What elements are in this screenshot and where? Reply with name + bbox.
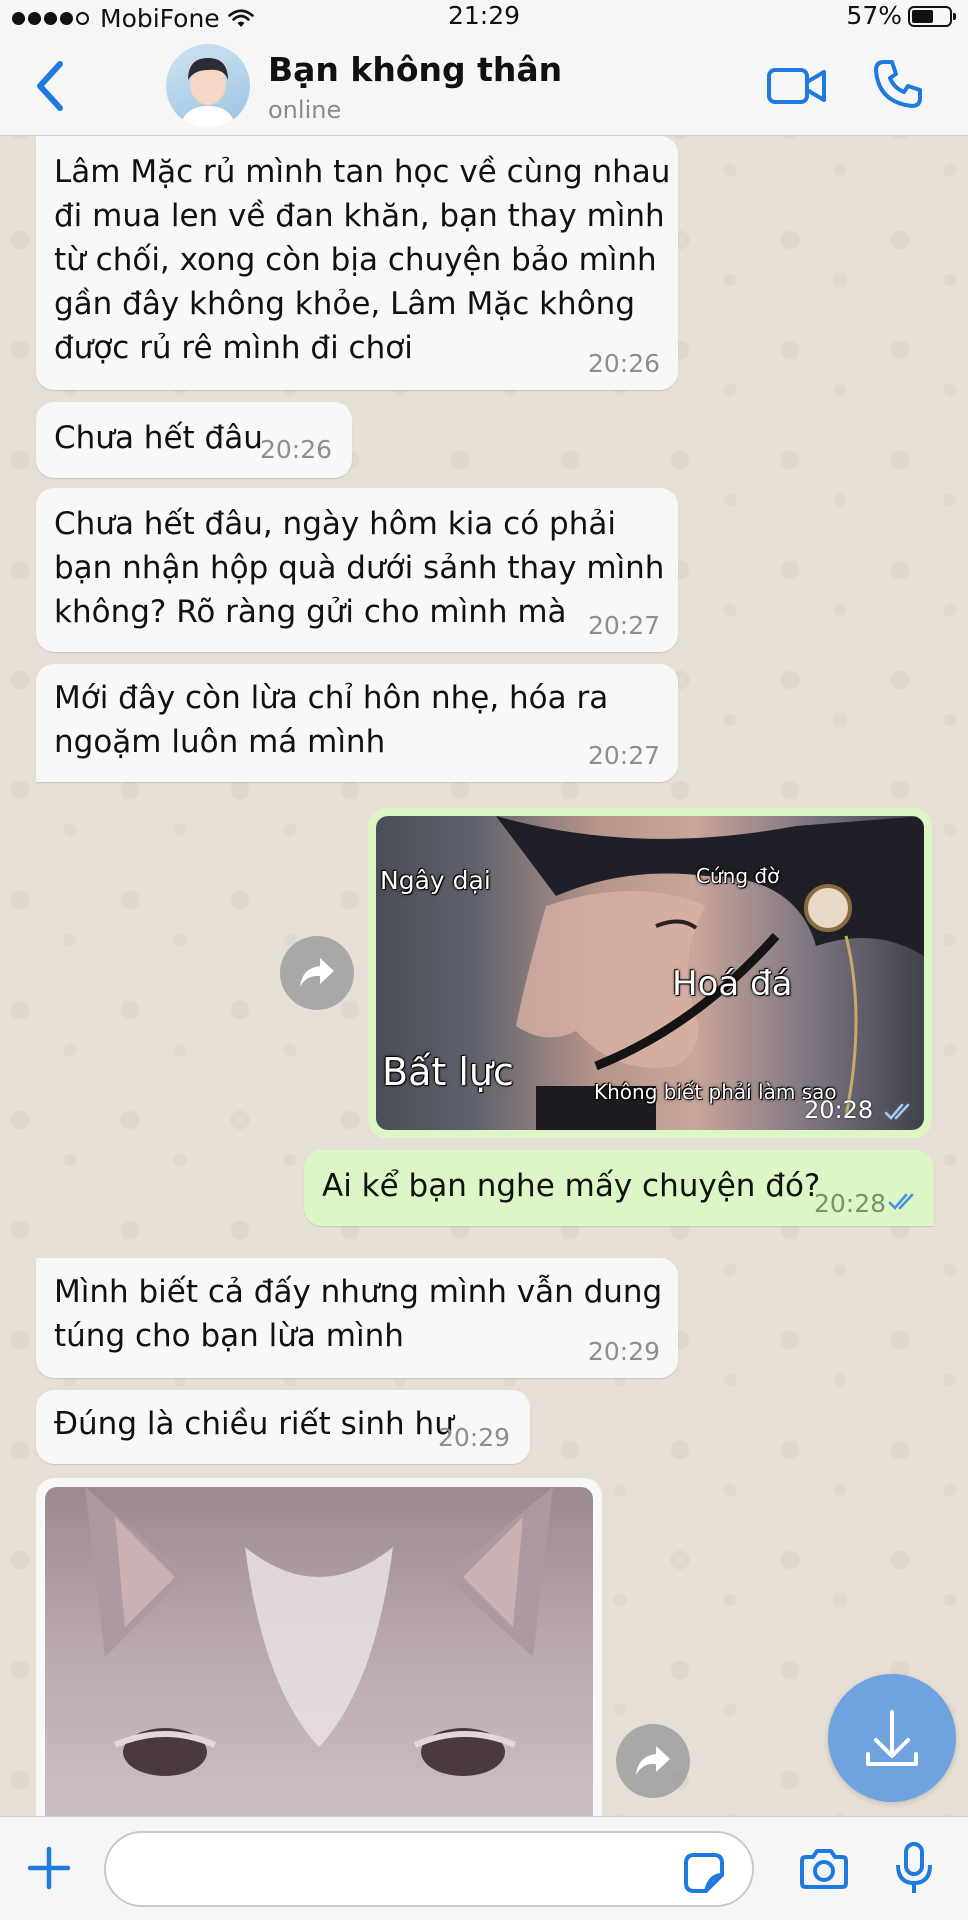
message-text-line: đi mua len về đan khăn, bạn thay mình	[54, 198, 665, 234]
message-bubble-incoming[interactable]: Chưa hết đâu, ngày hôm kia có phải bạn n…	[36, 488, 678, 652]
read-ticks-icon	[888, 1193, 914, 1210]
forward-arrow-icon	[300, 958, 334, 987]
phone-icon[interactable]	[872, 58, 924, 110]
microphone-icon[interactable]	[894, 1841, 934, 1897]
image-message-outgoing[interactable]: Ngây dại Cứng đờ Hoá đá Bất lực Không bi…	[368, 808, 932, 1138]
status-bar: MobiFone 21:29 57%	[0, 0, 968, 33]
plus-icon[interactable]	[26, 1845, 72, 1891]
message-timestamp: 20:28	[804, 1096, 874, 1124]
message-text-line: Lâm Mặc rủ mình tan học về cùng nhau	[54, 154, 671, 190]
download-arrow-icon	[866, 1710, 918, 1766]
sticker-icon[interactable]	[682, 1851, 726, 1895]
message-bubble-incoming[interactable]: Mới đây còn lừa chỉ hôn nhẹ, hóa ra ngoặ…	[36, 664, 678, 782]
message-bubble-incoming[interactable]: Mình biết cả đấy nhưng mình vẫn dung tún…	[36, 1258, 678, 1378]
message-text-line: bạn nhận hộp quà dưới sảnh thay mình	[54, 550, 665, 586]
message-timestamp: 20:26	[587, 349, 660, 378]
contact-name[interactable]: Bạn không thân	[268, 50, 562, 89]
message-text-line: túng cho bạn lừa mình	[54, 1318, 404, 1354]
message-bubble-outgoing[interactable]: Ai kể bạn nghe mấy chuyện đó? 20:28	[304, 1150, 934, 1226]
forward-button[interactable]	[616, 1724, 690, 1798]
message-timestamp: 20:26	[260, 435, 333, 464]
scroll-to-bottom-button[interactable]	[828, 1674, 956, 1802]
camera-icon[interactable]	[798, 1847, 850, 1891]
clock: 21:29	[447, 1, 521, 30]
image-caption: Cứng đờ	[696, 864, 780, 888]
message-text-line: không? Rõ ràng gửi cho mình mà	[54, 594, 567, 630]
forward-button[interactable]	[280, 936, 354, 1010]
forward-arrow-icon	[636, 1746, 670, 1775]
message-composer	[0, 1816, 968, 1920]
message-bubble-incoming[interactable]: Lâm Mặc rủ mình tan học về cùng nhau đi …	[36, 136, 678, 390]
message-timestamp: 20:27	[587, 611, 660, 640]
message-text-line: ngoặm luôn má mình	[54, 724, 386, 760]
message-text-line: từ chối, xong còn bịa chuyện bảo mình	[54, 242, 657, 278]
image-message-incoming[interactable]	[36, 1478, 602, 1838]
message-text-line: gần đây không khỏe, Lâm Mặc không	[54, 286, 635, 322]
read-ticks-icon	[884, 1103, 910, 1120]
avatar[interactable]	[166, 44, 250, 128]
message-timestamp: 20:27	[587, 741, 660, 770]
message-timestamp: 20:28	[814, 1189, 887, 1218]
image-caption: Bất lực	[382, 1050, 514, 1094]
message-bubble-incoming[interactable]: Chưa hết đâu 20:26	[36, 402, 352, 478]
message-timestamp: 20:29	[438, 1423, 511, 1452]
message-text-line: được rủ rê mình đi chơi	[54, 330, 413, 366]
chat-screen: MobiFone 21:29 57% Bạn không thân online…	[0, 0, 968, 1920]
image-caption: Ngây dại	[380, 866, 491, 895]
contact-status: online	[268, 96, 342, 124]
message-text-line: Mình biết cả đấy nhưng mình vẫn dung	[54, 1274, 663, 1310]
cat-photo[interactable]	[45, 1487, 593, 1838]
message-text-line: Chưa hết đâu, ngày hôm kia có phải	[54, 506, 616, 542]
video-camera-icon[interactable]	[766, 64, 828, 108]
message-input[interactable]	[104, 1831, 754, 1907]
chevron-left-icon[interactable]	[30, 58, 70, 114]
battery-percentage: 57%	[846, 1, 902, 30]
cat-illustration	[85, 1487, 553, 1776]
message-timestamp: 20:29	[587, 1337, 660, 1366]
image-caption: Không biết phải làm sao	[594, 1080, 837, 1104]
meme-photo[interactable]: Ngây dại Cứng đờ Hoá đá Bất lực Không bi…	[376, 816, 924, 1130]
battery-icon	[908, 6, 956, 27]
image-caption: Hoá đá	[672, 964, 793, 1004]
message-text-line: Mới đây còn lừa chỉ hôn nhẹ, hóa ra	[54, 680, 609, 716]
chat-header: Bạn không thân online	[0, 32, 968, 136]
message-bubble-incoming[interactable]: Đúng là chiều riết sinh hư 20:29	[36, 1390, 530, 1464]
